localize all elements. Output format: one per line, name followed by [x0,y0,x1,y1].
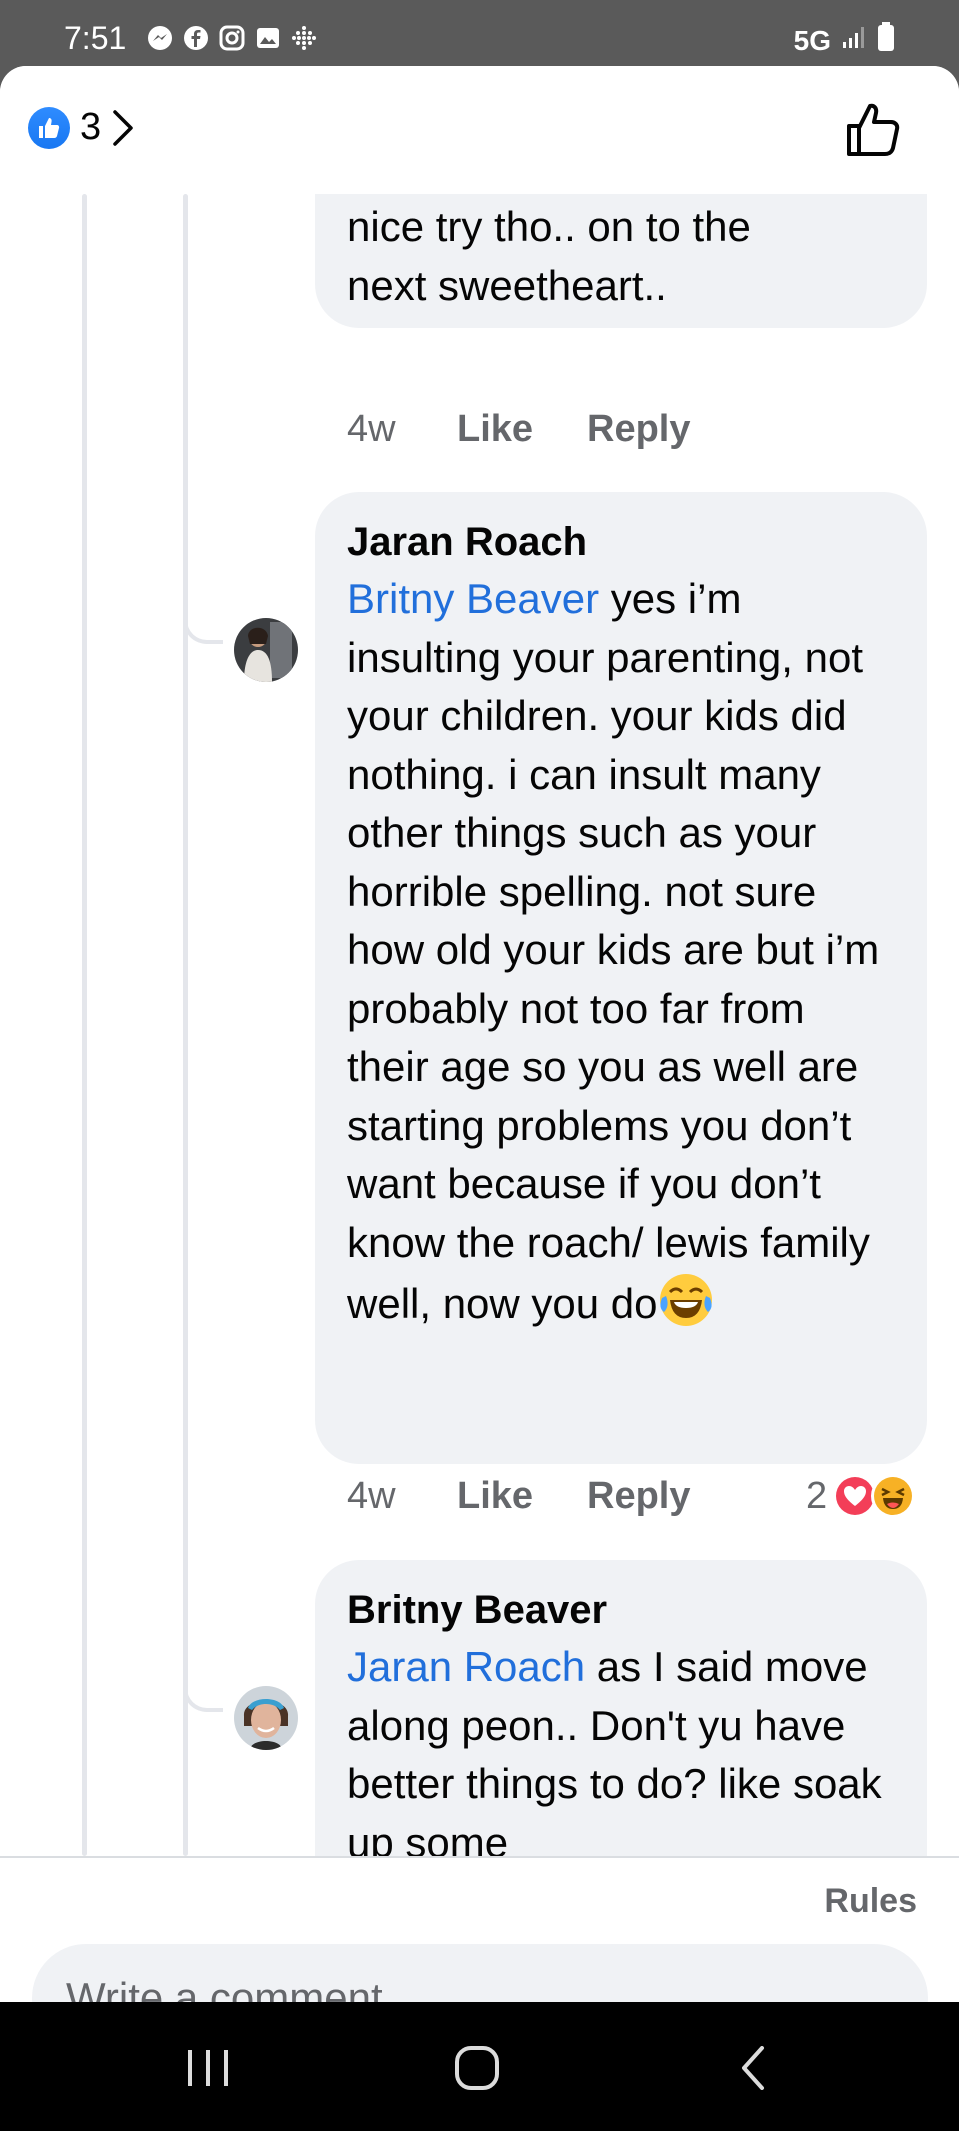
status-bar: 7:51 5G [0,0,959,68]
comment-bubble: Jaran Roach Britny Beaver yes i’m insult… [315,492,927,1464]
thread-line-outer [82,194,87,1856]
comment-composer: Rules [0,1856,959,2002]
mention-link[interactable]: Britny Beaver [347,575,599,622]
comment-time: 4w [347,408,396,450]
reaction-count: 3 [80,106,102,148]
chevron-right-icon [111,108,135,148]
status-time: 7:51 [64,20,127,56]
comment-thread: nice try tho.. on to the next sweetheart… [0,194,959,1856]
comment-text: Britny Beaver yes i’m insulting your par… [347,570,895,1334]
reply-button[interactable]: Reply [587,1475,690,1518]
comment-text: Jaran Roach as I said move along peon.. … [347,1638,895,1856]
messenger-icon [146,24,174,52]
haha-icon [871,1474,916,1518]
comment-author[interactable]: Britny Beaver [347,1582,895,1638]
facebook-icon [182,24,210,52]
comment-input[interactable] [32,1944,928,2002]
home-icon[interactable] [448,2046,508,2090]
instagram-icon [218,24,246,52]
avatar[interactable] [234,618,298,682]
comment-time: 4w [347,1475,396,1517]
network-label: 5G [793,24,831,56]
comment-reaction-count: 2 [806,1474,828,1517]
comment-body: yes i’m insulting your parenting, not yo… [347,575,880,1327]
thread-branch [183,616,223,644]
comment-text: nice try tho.. on to the next sweetheart… [347,203,751,309]
comment-actions: 4w Like Reply [347,408,690,451]
rules-link[interactable]: Rules [824,1882,917,1921]
reply-button[interactable]: Reply [587,408,690,451]
like-icon [28,106,70,149]
thread-line-inner [183,194,188,1856]
status-right: 5G [794,22,895,59]
comments-sheet: 3 nice try tho.. on to the next sweethea… [0,66,959,2002]
navigation-bar [0,2002,959,2131]
comment-reactions[interactable]: 2 [806,1474,916,1518]
sheet-header: 3 [0,66,959,194]
dots-grid-icon [290,24,318,52]
reaction-summary-button[interactable]: 3 [28,106,135,149]
gallery-icon [254,24,282,52]
comment-actions: 4w Like Reply [347,1475,690,1518]
comment-bubble: Britny Beaver Jaran Roach as I said move… [315,1560,927,1856]
thumbs-up-outline-icon[interactable] [843,100,903,160]
avatar[interactable] [234,1686,298,1750]
like-button[interactable]: Like [457,408,587,451]
notification-icons [146,24,318,52]
battery-icon [877,22,895,59]
laughing-tears-emoji [658,1272,714,1328]
comment-bubble: nice try tho.. on to the next sweetheart… [315,194,927,328]
like-button[interactable]: Like [457,1475,587,1518]
thread-branch [183,1684,223,1712]
recent-apps-icon[interactable] [178,2046,238,2090]
comment-author[interactable]: Jaran Roach [347,514,895,570]
back-icon[interactable] [722,2046,782,2090]
mention-link[interactable]: Jaran Roach [347,1643,585,1690]
signal-icon [841,24,867,57]
